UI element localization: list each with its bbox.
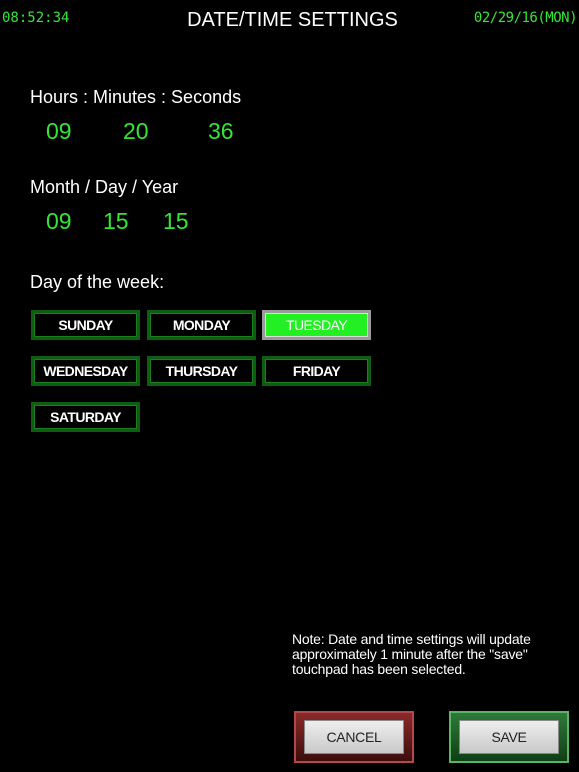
cancel-button-label: CANCEL (326, 729, 382, 745)
update-note: Note: Date and time settings will update… (292, 631, 531, 677)
hours-value[interactable]: 09 (46, 118, 72, 145)
day-button-monday[interactable]: MONDAY (147, 310, 256, 340)
day-button-sunday[interactable]: SUNDAY (31, 310, 140, 340)
save-button-label: SAVE (491, 729, 527, 745)
time-section-label: Hours : Minutes : Seconds (30, 87, 242, 107)
date-section-label: Month / Day / Year (30, 177, 179, 197)
day-button-thursday[interactable]: THURSDAY (147, 356, 256, 386)
cancel-button-face: CANCEL (304, 720, 404, 754)
weekday-section-label: Day of the week: (30, 272, 165, 292)
save-button[interactable]: SAVE (449, 711, 569, 763)
day-button-tuesday[interactable]: TUESDAY (262, 310, 371, 340)
day-button-wednesday[interactable]: WEDNESDAY (31, 356, 140, 386)
minutes-value[interactable]: 20 (123, 118, 149, 145)
save-button-face: SAVE (459, 720, 559, 754)
cancel-button[interactable]: CANCEL (294, 711, 414, 763)
year-value[interactable]: 15 (163, 208, 189, 235)
day-button-friday[interactable]: FRIDAY (262, 356, 371, 386)
date-readout: 02/29/16(MON) (473, 10, 578, 26)
day-value[interactable]: 15 (103, 208, 129, 235)
seconds-value[interactable]: 36 (208, 118, 234, 145)
day-button-saturday[interactable]: SATURDAY (31, 402, 140, 432)
status-bar: 08:52:34 DATE/TIME SETTINGS 02/29/16(MON… (0, 0, 579, 40)
month-value[interactable]: 09 (46, 208, 72, 235)
